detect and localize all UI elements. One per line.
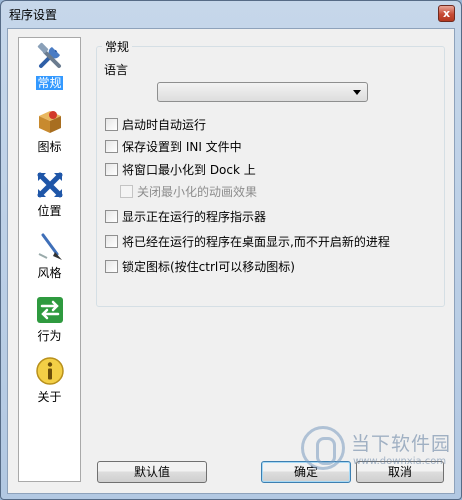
- option-label: 保存设置到 INI 文件中: [122, 140, 242, 154]
- sidebar-item-icons[interactable]: 图标: [19, 104, 80, 162]
- swap-arrows-icon: [37, 297, 63, 323]
- sidebar-item-label: 常规: [36, 76, 63, 90]
- checkbox[interactable]: [105, 118, 118, 131]
- dialog-body: 常规 图标 位置 风格 行为 关于 常规 语言 启动时自动运行 保存设置到 IN…: [7, 28, 455, 494]
- sidebar-item-about[interactable]: 关于: [19, 354, 80, 412]
- category-sidebar: 常规 图标 位置 风格 行为 关于: [18, 37, 81, 482]
- sidebar-item-style[interactable]: 风格: [19, 230, 80, 288]
- sidebar-item-label: 位置: [37, 204, 62, 218]
- checkbox[interactable]: [105, 260, 118, 273]
- close-icon: x: [442, 7, 451, 20]
- brush-icon: [38, 233, 62, 260]
- option-label: 锁定图标(按住ctrl可以移动图标): [122, 260, 295, 274]
- checkbox: [120, 185, 133, 198]
- option-label: 关闭最小化的动画效果: [137, 185, 258, 199]
- chevron-down-icon: [353, 90, 361, 95]
- close-button[interactable]: x: [438, 5, 455, 22]
- sidebar-item-label: 行为: [37, 329, 62, 343]
- checkbox[interactable]: [105, 140, 118, 153]
- checkbox[interactable]: [105, 163, 118, 176]
- watermark-url: www.downxia.com: [353, 456, 447, 467]
- position-arrows-icon: [37, 172, 63, 198]
- option-label: 启动时自动运行: [122, 118, 207, 132]
- restore-defaults-button[interactable]: 默认值: [97, 461, 207, 483]
- title-bar[interactable]: 程序设置 x: [1, 1, 461, 27]
- option-label: 将已经在运行的程序在桌面显示,而不开启新的进程: [122, 235, 390, 249]
- window-title: 程序设置: [9, 8, 58, 22]
- sidebar-item-general[interactable]: 常规: [19, 40, 80, 98]
- watermark-text: 当下软件园: [351, 433, 452, 455]
- sidebar-item-behavior[interactable]: 行为: [19, 293, 80, 351]
- sidebar-item-label: 风格: [37, 266, 62, 280]
- sidebar-item-label: 图标: [37, 140, 62, 154]
- checkbox[interactable]: [105, 235, 118, 248]
- button-label: 默认值: [133, 465, 170, 479]
- watermark: 当下软件园 www.downxia.com: [301, 426, 451, 476]
- tools-icon: [37, 42, 61, 68]
- info-icon: [36, 357, 64, 385]
- group-title: 常规: [102, 38, 133, 55]
- sidebar-item-position[interactable]: 位置: [19, 168, 80, 226]
- language-label: 语言: [104, 63, 129, 77]
- checkbox[interactable]: [105, 210, 118, 223]
- sidebar-item-label: 关于: [37, 390, 62, 404]
- settings-window: 程序设置 x 常规 图标 位置 风格 行为 关于 常规 语言 启动时自动运行 保…: [0, 0, 462, 500]
- option-label: 将窗口最小化到 Dock 上: [122, 163, 256, 177]
- watermark-logo-icon: [301, 426, 345, 470]
- package-icon: [39, 111, 61, 133]
- option-label: 显示正在运行的程序指示器: [122, 210, 267, 224]
- language-select[interactable]: [157, 82, 368, 102]
